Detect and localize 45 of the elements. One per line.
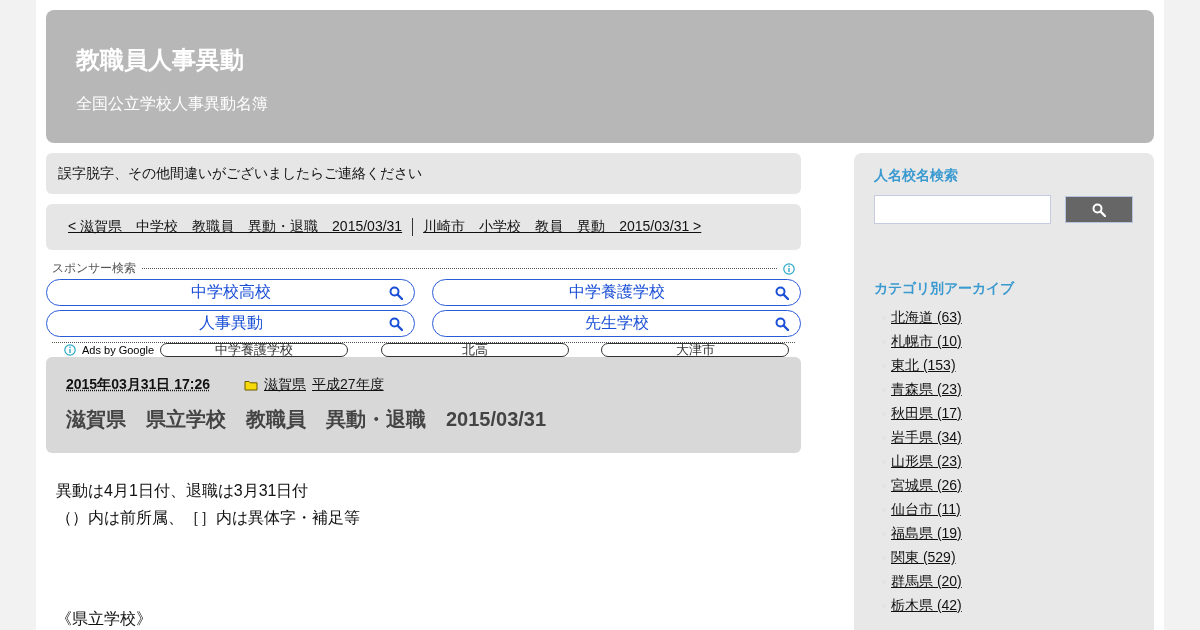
category-link[interactable]: 仙台市 (11)	[891, 501, 961, 519]
search-field[interactable]	[874, 195, 1051, 224]
search-icon	[389, 316, 403, 331]
post-title: 滋賀県 県立学校 教職員 異動・退職 2015/03/31	[66, 407, 548, 432]
notice-text: 誤字脱字、その他間違いがございましたらご連絡ください	[58, 165, 422, 181]
search-icon	[1092, 202, 1106, 217]
category-link[interactable]: 山形県 (23)	[891, 453, 962, 471]
post-date: 2015年03月31日 17:26	[66, 376, 210, 394]
search-heading: 人名校名検索	[874, 167, 959, 185]
category-link[interactable]: 滋賀県	[264, 376, 306, 394]
category-link[interactable]: 秋田県 (17)	[891, 405, 962, 423]
site-subtitle: 全国公立学校人事異動名簿	[76, 94, 269, 114]
related-search-button[interactable]: 大津市	[601, 343, 789, 357]
category-link[interactable]: 青森県 (23)	[891, 381, 962, 399]
category-link[interactable]: 北海道 (63)	[891, 309, 962, 327]
category-link[interactable]: 栃木県 (42)	[891, 597, 962, 615]
previous-post-link[interactable]: < 滋賀県 中学校 教職員 異動・退職 2015/03/31	[68, 218, 403, 236]
info-icon[interactable]	[783, 262, 795, 275]
sponsored-search-button[interactable]: 中学校高校	[46, 279, 415, 306]
sponsor-search-label: スポンサー検索	[52, 260, 136, 277]
ads-by-google-label[interactable]: Ads by Google	[82, 344, 155, 356]
sponsored-search-button[interactable]: 中学養護学校	[432, 279, 801, 306]
category-link[interactable]: 札幌市 (10)	[891, 333, 962, 351]
category-link[interactable]: 群馬県 (20)	[891, 573, 962, 591]
next-post-link[interactable]: 川崎市 小学校 教員 異動 2015/03/31 >	[423, 218, 702, 236]
body-text: （）内は前所属、［］内は異体字・補足等	[56, 508, 361, 528]
sponsored-search-button[interactable]: 人事異動	[46, 310, 415, 337]
section-heading: 《県立学校》	[56, 609, 153, 629]
info-icon[interactable]	[64, 344, 76, 356]
category-link[interactable]: 岩手県 (34)	[891, 429, 962, 447]
sponsored-search-button[interactable]: 先生学校	[432, 310, 801, 337]
search-icon	[389, 285, 403, 300]
archive-heading: カテゴリ別アーカイブ	[874, 280, 1016, 298]
category-link[interactable]: 福島県 (19)	[891, 525, 962, 543]
folder-icon	[244, 379, 258, 391]
category-link[interactable]: 平成27年度	[312, 376, 384, 394]
category-link[interactable]: 関東 (529)	[891, 549, 956, 567]
category-link[interactable]: 東北 (153)	[891, 357, 956, 375]
body-text: 異動は4月1日付、退職は3月31日付	[56, 481, 310, 501]
category-link[interactable]: 宮城県 (26)	[891, 477, 962, 495]
related-search-button[interactable]: 中学養護学校	[160, 343, 349, 357]
search-icon	[775, 316, 789, 331]
search-button[interactable]	[1065, 196, 1133, 223]
search-icon	[775, 285, 789, 300]
related-search-button[interactable]: 北高	[380, 343, 569, 357]
